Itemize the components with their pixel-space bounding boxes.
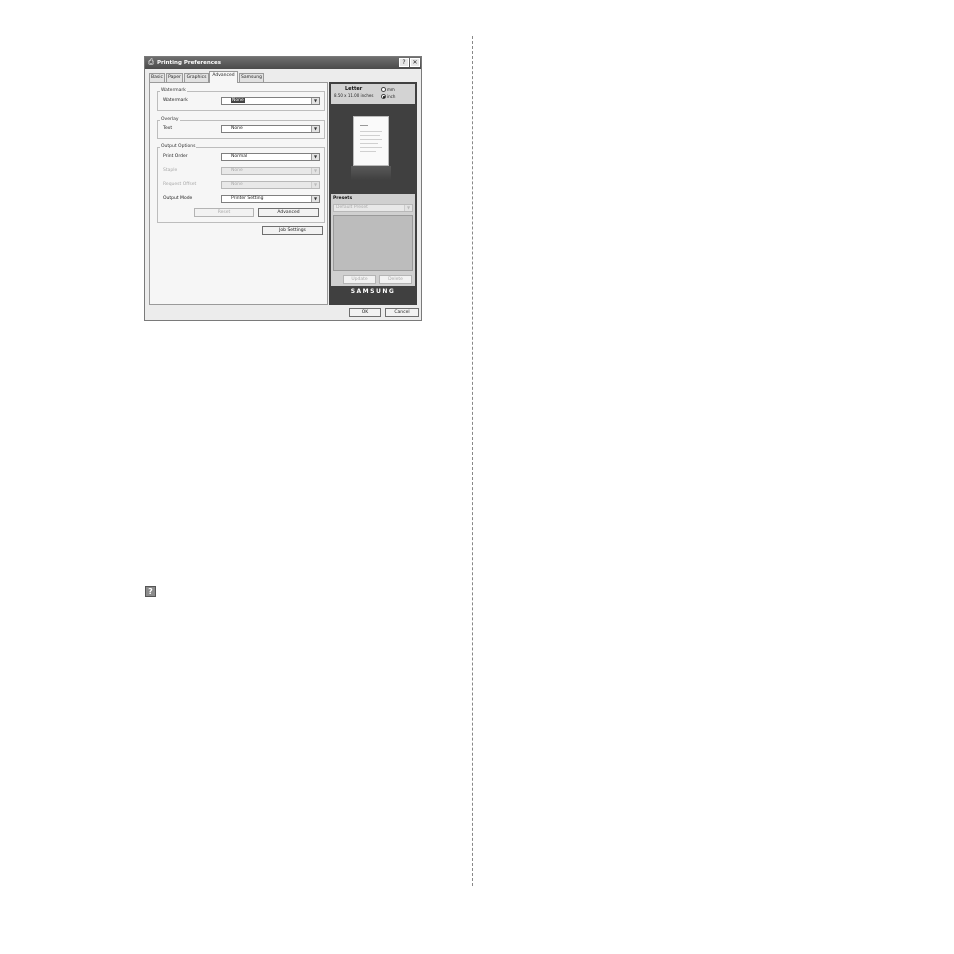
title-bar[interactable]: ⎙ Printing Preferences ? ✕ (145, 57, 421, 69)
chevron-down-icon: ▼ (311, 182, 319, 188)
paper-info-box: Letter 8.50 x 11.00 inches mm inch (331, 84, 415, 104)
delete-preset-button[interactable]: Delete (379, 275, 412, 284)
tab-basic[interactable]: Basic (149, 73, 165, 82)
help-icon: ? (145, 586, 156, 597)
paper-dimensions: 8.50 x 11.00 inches (334, 93, 374, 98)
printer-icon: ⎙ (148, 58, 154, 66)
ok-button[interactable]: OK (349, 308, 381, 317)
tab-samsung[interactable]: Samsung (239, 73, 264, 82)
staple-label: Staple (163, 168, 178, 173)
cancel-button[interactable]: Cancel (385, 308, 419, 317)
unit-mm-label: mm (387, 87, 395, 92)
request-offset-label: Request Offset (163, 182, 197, 187)
paper-size-label: Letter (345, 86, 363, 92)
preview-panel: Letter 8.50 x 11.00 inches mm inch Prese… (329, 82, 417, 305)
chevron-down-icon: ▼ (311, 126, 319, 132)
chevron-down-icon: ▼ (404, 205, 412, 211)
staple-select: None ▼ (221, 167, 320, 175)
watermark-select[interactable]: None ▼ (221, 97, 320, 105)
reset-button[interactable]: Reset (194, 208, 254, 217)
chevron-down-icon: ▼ (311, 196, 319, 202)
watermark-label: Watermark (163, 98, 188, 103)
column-divider (472, 36, 473, 886)
help-icon: ? (402, 59, 406, 66)
output-mode-label: Output Mode (163, 196, 193, 201)
dialog-title: Printing Preferences (157, 60, 222, 66)
overlay-group-label: Overlay (160, 117, 180, 122)
tab-paper[interactable]: Paper (166, 73, 183, 82)
update-preset-button[interactable]: Update (343, 275, 376, 284)
tab-graphics[interactable]: Graphics (184, 73, 209, 82)
advanced-button[interactable]: Advanced (258, 208, 319, 217)
print-order-label: Print Order (163, 154, 188, 159)
overlay-text-label: Text (163, 126, 173, 131)
presets-box: Presets Default Preset ▼ Update Delete (331, 194, 415, 286)
chevron-down-icon: ▼ (311, 168, 319, 174)
unit-mm-radio[interactable] (381, 87, 386, 92)
unit-inch-radio[interactable] (381, 94, 386, 99)
print-order-select[interactable]: Normal ▼ (221, 153, 320, 161)
output-mode-select[interactable]: Printer Setting ▼ (221, 195, 320, 203)
overlay-select[interactable]: None ▼ (221, 125, 320, 133)
close-button[interactable]: ✕ (410, 58, 420, 67)
page-reflection (351, 166, 391, 180)
tab-advanced[interactable]: Advanced (209, 71, 238, 83)
chevron-down-icon: ▼ (311, 98, 319, 104)
advanced-tab-panel: Watermark Watermark None ▼ Overlay Text … (149, 82, 328, 305)
output-options-group-label: Output Options (160, 144, 197, 149)
printing-preferences-dialog: ⎙ Printing Preferences ? ✕ Basic Paper G… (144, 56, 422, 321)
page-preview-image (353, 116, 389, 166)
help-button[interactable]: ? (399, 58, 409, 67)
job-settings-button[interactable]: Job Settings (262, 226, 323, 235)
request-offset-select: None ▼ (221, 181, 320, 189)
samsung-logo: SAMSUNG (350, 288, 396, 295)
unit-inch-label: inch (387, 94, 396, 99)
close-icon: ✕ (412, 59, 418, 66)
presets-select[interactable]: Default Preset ▼ (333, 204, 413, 212)
watermark-group-label: Watermark (160, 88, 187, 93)
chevron-down-icon: ▼ (311, 154, 319, 160)
presets-label: Presets (333, 196, 353, 201)
presets-list[interactable] (333, 215, 413, 271)
